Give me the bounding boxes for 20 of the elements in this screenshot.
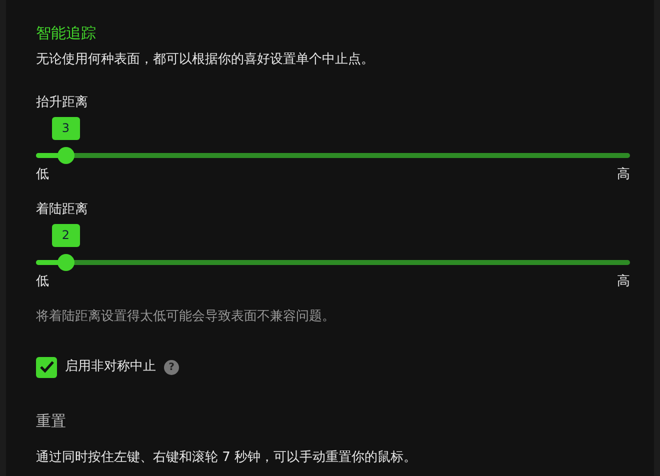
slider-label: 着陆距离 (36, 201, 89, 219)
min-label: 低 (36, 272, 49, 290)
slider-thumb[interactable] (57, 146, 74, 164)
slider-thumb[interactable] (57, 254, 74, 270)
checkbox-label: 启用非对称中止 (65, 358, 156, 376)
slider-label: 抬升距离 (36, 94, 89, 112)
section-title: 智能追踪 (36, 24, 97, 44)
help-icon[interactable]: ? (164, 360, 179, 374)
section-description: 无论使用何种表面，都可以根据你的喜好设置单个中止点。 (36, 50, 375, 68)
reset-description: 通过同时按住左键、右键和滚轮 7 秒钟，可以手动重置你的鼠标。 (36, 449, 418, 467)
slider[interactable] (36, 146, 630, 164)
warning-note: 将着陆距离设置得太低可能会导致表面不兼容问题。 (36, 308, 336, 326)
value-bubble: 3 (52, 116, 80, 140)
max-label: 高 (617, 272, 630, 290)
value-bubble: 2 (52, 224, 80, 246)
max-label: 高 (617, 166, 630, 184)
reset-title: 重置 (36, 410, 67, 432)
checkbox[interactable] (36, 356, 57, 378)
min-label: 低 (36, 166, 49, 184)
slider[interactable] (36, 254, 630, 270)
